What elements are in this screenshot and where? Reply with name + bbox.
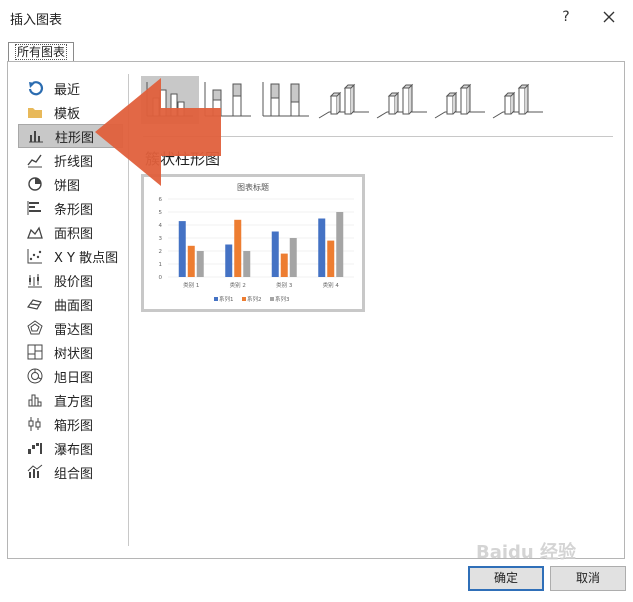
sidebar-item[interactable]: 雷达图 <box>18 316 123 340</box>
sidebar-item-label: 柱形图 <box>55 130 95 146</box>
subtype-100-stacked-column[interactable] <box>257 76 315 124</box>
dialog-title: 插入图表 <box>10 13 63 28</box>
x-tick-label: 类别 1 <box>183 281 199 289</box>
x-tick-label: 类别 3 <box>276 281 293 289</box>
sidebar-item[interactable]: 组合图 <box>18 460 123 484</box>
waterfall-chart-icon <box>26 439 44 457</box>
sidebar-item-label: 股价图 <box>54 274 94 290</box>
bar <box>187 245 195 277</box>
cancel-button[interactable]: 取消 <box>550 566 626 591</box>
sidebar-item-label: 组合图 <box>54 466 94 482</box>
subtype-3d-clustered-column[interactable] <box>315 76 373 124</box>
sidebar-item-label: 饼图 <box>54 178 81 194</box>
chart-title: 图表标题 <box>237 182 269 192</box>
sidebar-item-label: 折线图 <box>54 154 94 170</box>
sidebar-item[interactable]: X Y 散点图 <box>18 244 123 268</box>
legend-label: 系列2 <box>247 295 262 303</box>
y-tick-label: 0 <box>159 275 163 281</box>
subtype-3d-100-stacked-column[interactable] <box>431 76 489 124</box>
chart-preview[interactable]: 图表标题 0 1 2 3 4 5 6 类别 1 类别 2 类别 3 类别 4 系列1 系列2 系列3 <box>141 174 365 312</box>
bar <box>225 244 233 277</box>
bar <box>196 251 204 277</box>
x-tick-label: 类别 2 <box>230 281 246 289</box>
sidebar-item[interactable]: 面积图 <box>18 220 123 244</box>
sidebar-item-label: 旭日图 <box>54 370 94 386</box>
radar-chart-icon <box>26 319 44 337</box>
sidebar-item[interactable]: 股价图 <box>18 268 123 292</box>
ok-button[interactable]: 确定 <box>468 566 544 591</box>
preview-chart: 图表标题 0 1 2 3 4 5 6 类别 1 类别 2 类别 3 类别 4 系列1 系列2 系列3 <box>159 182 354 303</box>
stock-chart-icon <box>26 271 44 289</box>
y-tick-label: 4 <box>159 223 163 229</box>
help-button[interactable]: ? <box>553 4 579 30</box>
sidebar-item-label: 瀑布图 <box>54 442 94 458</box>
bar <box>243 251 251 277</box>
close-button[interactable] <box>596 4 622 30</box>
sidebar-item[interactable]: 树状图 <box>18 340 123 364</box>
close-icon <box>603 11 615 23</box>
recent-icon <box>26 79 44 97</box>
subtype-3d-column[interactable] <box>489 76 547 124</box>
sidebar-item-label: 面积图 <box>54 226 94 242</box>
sidebar-item-label: 雷达图 <box>54 322 94 338</box>
y-tick-label: 5 <box>159 210 163 216</box>
template-folder-icon <box>26 103 44 121</box>
sidebar-item[interactable]: 箱形图 <box>18 412 123 436</box>
line-chart-icon <box>26 151 44 169</box>
treemap-chart-icon <box>26 343 44 361</box>
bar <box>289 238 297 277</box>
legend-label: 系列1 <box>219 295 234 303</box>
bar-chart-icon <box>26 199 44 217</box>
sidebar-item-label: 直方图 <box>54 394 94 410</box>
sidebar-item-label: 树状图 <box>54 346 94 362</box>
tab-all-charts[interactable]: 所有图表 <box>8 42 75 62</box>
subtype-3d-stacked-column[interactable] <box>373 76 431 124</box>
tab-label: 所有图表 <box>15 44 68 60</box>
bar <box>280 253 288 277</box>
title-bar: 插入图表 ? <box>0 0 633 34</box>
legend-swatch <box>270 297 274 301</box>
bar <box>327 240 335 277</box>
legend-swatch <box>242 297 246 301</box>
bar <box>318 218 326 277</box>
x-tick-label: 类别 4 <box>323 281 340 289</box>
column-chart-icon <box>27 127 45 145</box>
sidebar-item[interactable]: 直方图 <box>18 388 123 412</box>
bar <box>234 219 242 277</box>
bar <box>271 231 279 277</box>
area-chart-icon <box>26 223 44 241</box>
sidebar-item-label: 曲面图 <box>54 298 94 314</box>
sidebar-item-label: 条形图 <box>54 202 94 218</box>
scatter-chart-icon <box>26 247 44 265</box>
sidebar-item[interactable]: 瀑布图 <box>18 436 123 460</box>
sidebar-item-label: 模板 <box>54 106 81 122</box>
sidebar-item-label: 最近 <box>54 82 81 98</box>
histogram-chart-icon <box>26 391 44 409</box>
sidebar-item-label: 箱形图 <box>54 418 94 434</box>
y-tick-label: 6 <box>159 197 163 203</box>
bar <box>336 212 344 277</box>
sidebar-item[interactable]: 条形图 <box>18 196 123 220</box>
pie-chart-icon <box>26 175 44 193</box>
watermark: Baidu 经验 <box>476 542 577 563</box>
y-tick-label: 3 <box>159 236 163 242</box>
sunburst-chart-icon <box>26 367 44 385</box>
sidebar-item[interactable]: 曲面图 <box>18 292 123 316</box>
box-whisker-chart-icon <box>26 415 44 433</box>
bar <box>178 221 186 277</box>
y-tick-label: 1 <box>159 262 163 268</box>
annotation-arrow-icon <box>95 78 221 186</box>
legend-swatch <box>214 297 218 301</box>
legend-label: 系列3 <box>275 295 290 303</box>
y-tick-label: 2 <box>159 249 163 255</box>
surface-chart-icon <box>26 295 44 313</box>
sidebar-item-label: X Y 散点图 <box>54 250 119 266</box>
sidebar-item[interactable]: 旭日图 <box>18 364 123 388</box>
combo-chart-icon <box>26 463 44 481</box>
